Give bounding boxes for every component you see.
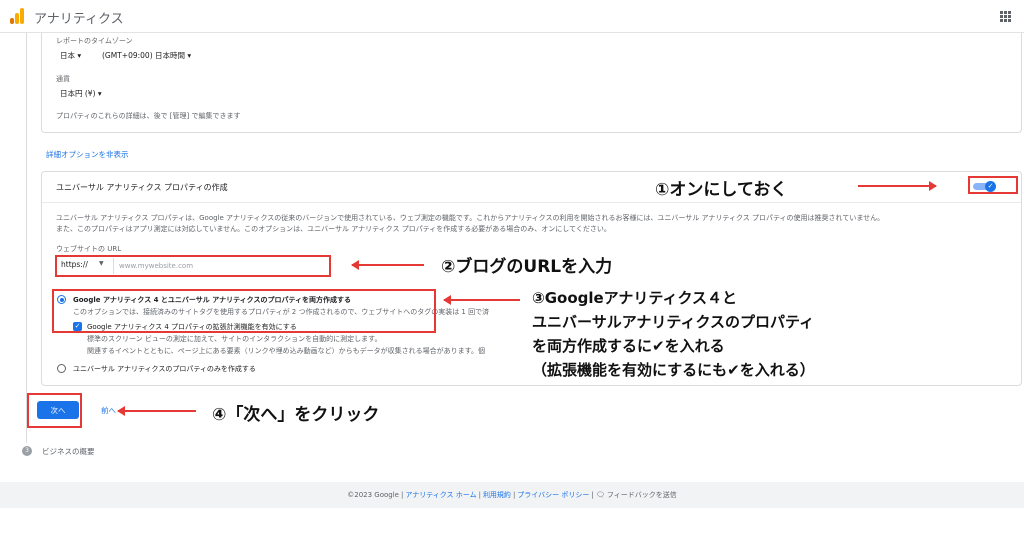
ua-description-line: ユニバーサル アナリティクス プロパティは、Google アナリティクスの従来の… [56, 214, 885, 222]
enhanced-text: 関連するイベントとともに、ページ上にある要素（リンクや埋め込み動画など）からもデ… [87, 347, 485, 355]
divider [42, 202, 1021, 203]
annotation-box-url [55, 255, 331, 277]
feedback-icon[interactable]: 🗨 [596, 491, 605, 499]
annotation-1: ①オンにしておく [655, 180, 788, 200]
annotation-arrow [858, 181, 937, 191]
annotation-arrow [117, 406, 196, 416]
hide-advanced-options-link[interactable]: 詳細オプションを非表示 [46, 149, 129, 160]
currency-select[interactable]: 日本円 (¥) ▾ [60, 88, 102, 99]
apps-grid-icon[interactable] [1000, 11, 1011, 22]
website-url-label: ウェブサイトの URL [56, 245, 122, 253]
ua-description: ユニバーサル アナリティクス プロパティは、Google アナリティクスの従来の… [56, 213, 1016, 235]
currency-label: 通貨 [56, 75, 70, 83]
option-ua-only-label: ユニバーサル アナリティクスのプロパティのみを作成する [73, 365, 256, 373]
feedback-link[interactable]: フィードバックを送信 [607, 491, 677, 499]
annotation-arrow [443, 295, 520, 305]
timezone-select[interactable]: (GMT+09:00) 日本時間 ▾ [102, 50, 191, 61]
ua-section-title: ユニバーサル アナリティクス プロパティの作成 [56, 183, 228, 192]
top-bar: アナリティクス [0, 0, 1024, 33]
annotation-arrow [351, 260, 424, 270]
terms-link[interactable]: 利用規約 [483, 491, 511, 499]
step-number-badge: 3 [22, 446, 32, 456]
country-select[interactable]: 日本 ▾ [60, 50, 81, 61]
analytics-home-link[interactable]: アナリティクス ホーム [405, 491, 476, 499]
country-value: 日本 [60, 51, 75, 60]
step3-label: ビジネスの概要 [42, 447, 95, 456]
annotation-3-line: （拡張機能を有効にするにも✔を入れる） [532, 361, 815, 379]
annotation-3-line: ユニバーサルアナリティクスのプロパティ [532, 313, 815, 331]
chevron-down-icon: ▾ [77, 51, 82, 60]
annotation-box-toggle [968, 176, 1018, 194]
analytics-logo-icon [10, 8, 24, 24]
enhanced-text: 標準のスクリーン ビューの測定に加えて、サイトのインタラクションを自動的に測定し… [87, 335, 382, 343]
property-details-card: レポートのタイムゾーン 日本 ▾ (GMT+09:00) 日本時間 ▾ 通貨 日… [41, 33, 1022, 133]
annotation-box-next [27, 393, 82, 428]
edit-later-note: プロパティのこれらの詳細は、後で [管理] で編集できます [56, 112, 241, 120]
app-title: アナリティクス [34, 12, 124, 27]
annotation-4: ④「次へ」をクリック [212, 405, 380, 425]
timezone-label: レポートのタイムゾーン [56, 37, 133, 45]
copyright: ©2023 Google [347, 491, 399, 499]
annotation-3-line: を両方作成するに✔を入れる [532, 337, 725, 355]
timezone-value: (GMT+09:00) 日本時間 [102, 51, 185, 60]
ua-description-line: また、このプロパティはアプリ測定には対応していません。このオプションは、ユニバー… [56, 225, 611, 233]
annotation-2: ②ブログのURLを入力 [441, 257, 613, 277]
chevron-down-icon: ▾ [187, 51, 192, 60]
radio-ua-only[interactable] [57, 364, 66, 373]
annotation-box-options [52, 289, 436, 333]
chevron-down-icon: ▾ [97, 89, 102, 98]
currency-value: 日本円 (¥) [60, 89, 96, 98]
stepper-line [26, 33, 27, 443]
footer: ©2023 Google | アナリティクス ホーム | 利用規約 | プライバシー ポリシ… [0, 482, 1024, 508]
annotation-3-line: ③Googleアナリティクス４と [532, 289, 738, 307]
privacy-link[interactable]: プライバシー ポリシー [517, 491, 589, 499]
